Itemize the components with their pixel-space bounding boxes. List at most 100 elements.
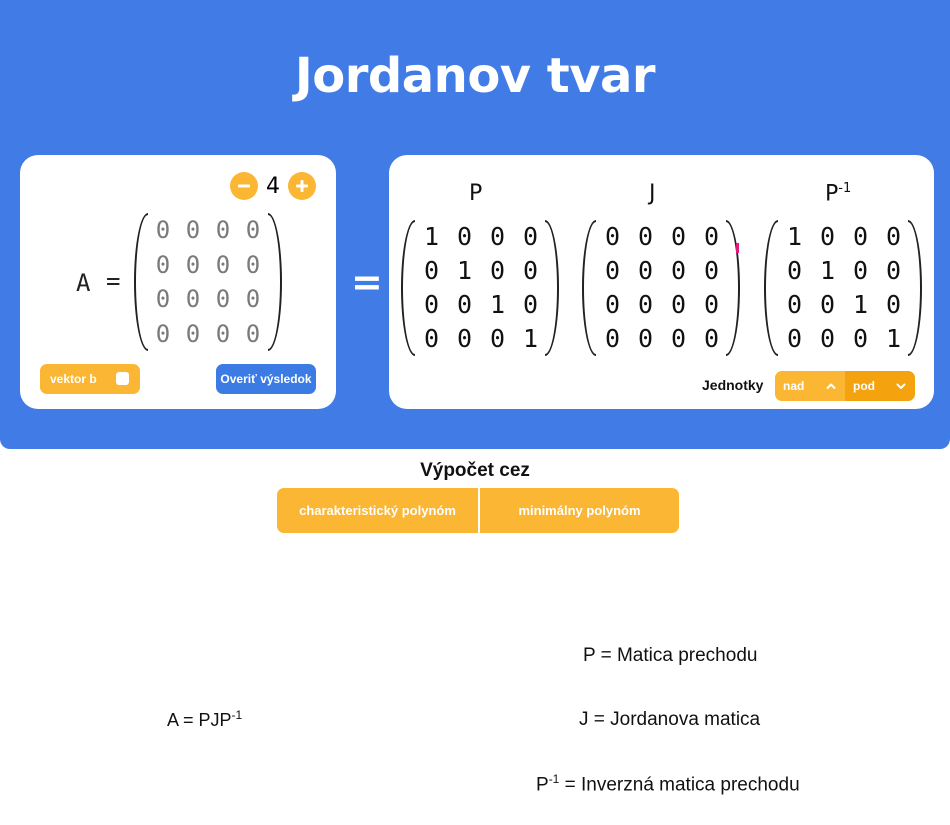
matrix-j-cell: 0 bbox=[637, 290, 654, 319]
matrix-p-cell: 1 bbox=[489, 290, 506, 319]
matrix-p-inverse-cell: 0 bbox=[786, 256, 803, 285]
input-matrix-card: 4 A = 0 0 0 0 0 0 0 0 0 0 0 0 0 0 0 0 ve… bbox=[20, 155, 336, 409]
matrix-a-cell[interactable]: 0 bbox=[178, 317, 208, 352]
characteristic-polynomial-button[interactable]: charakteristický polynóm bbox=[277, 488, 478, 533]
vector-b-toggle[interactable]: vektor b bbox=[40, 364, 140, 394]
units-selector: nad pod bbox=[775, 371, 915, 401]
matrix-j: 0 0 0 0 0 0 0 0 0 0 0 0 0 0 0 0 bbox=[582, 220, 740, 356]
matrix-a-cell[interactable]: 0 bbox=[208, 248, 238, 283]
matrix-p-inverse-cell: 1 bbox=[852, 290, 869, 319]
matrix-p-inverse-label: P-1 bbox=[825, 181, 852, 207]
result-equals-sign: = bbox=[351, 260, 383, 304]
legend-j: J = Jordanova matica bbox=[579, 709, 761, 730]
units-above-button[interactable]: nad bbox=[775, 371, 845, 401]
units-below-label: pod bbox=[853, 379, 875, 393]
matrix-size-control: 4 bbox=[230, 172, 316, 200]
matrix-p-cell: 0 bbox=[489, 222, 506, 251]
matrix-j-cell: 0 bbox=[703, 256, 720, 285]
matrix-j-cell: 0 bbox=[670, 290, 687, 319]
matrix-p-inverse-cell: 1 bbox=[786, 222, 803, 251]
matrix-a-label: A bbox=[76, 269, 91, 297]
matrix-j-cell: 0 bbox=[604, 324, 621, 353]
verify-result-button[interactable]: Overiť výsledok bbox=[216, 364, 316, 394]
decomposition-formula: A = PJP-1 bbox=[167, 708, 243, 730]
matrix-j-cell: 0 bbox=[637, 256, 654, 285]
right-paren bbox=[726, 220, 740, 356]
matrix-a-cell[interactable]: 0 bbox=[208, 317, 238, 352]
matrix-a-cell[interactable]: 0 bbox=[238, 213, 268, 248]
matrix-j-cell: 0 bbox=[637, 222, 654, 251]
matrix-j-cell: 0 bbox=[670, 324, 687, 353]
legend-p-inverse: P-1 = Inverzná matica prechodu bbox=[536, 772, 800, 796]
increase-size-button[interactable] bbox=[288, 172, 316, 200]
vector-b-label: vektor b bbox=[50, 372, 97, 386]
matrix-a-cell[interactable]: 0 bbox=[238, 248, 268, 283]
matrix-p-inverse-cell: 0 bbox=[819, 222, 836, 251]
matrix-a-cell[interactable]: 0 bbox=[178, 282, 208, 317]
matrix-p-inverse-cell: 0 bbox=[852, 256, 869, 285]
matrix-j-cell: 0 bbox=[703, 222, 720, 251]
matrix-p-inverse: 1 0 0 0 0 1 0 0 0 0 1 0 0 0 0 1 bbox=[764, 220, 922, 356]
minus-icon bbox=[238, 184, 250, 188]
matrix-a-cell[interactable]: 0 bbox=[238, 317, 268, 352]
matrix-j-cell: 0 bbox=[604, 290, 621, 319]
minimal-polynomial-button[interactable]: minimálny polynóm bbox=[478, 488, 679, 533]
left-paren bbox=[764, 220, 778, 356]
matrix-p-inverse-cell: 0 bbox=[819, 324, 836, 353]
decrease-size-button[interactable] bbox=[230, 172, 258, 200]
units-below-button[interactable]: pod bbox=[845, 371, 915, 401]
matrix-a-cell[interactable]: 0 bbox=[148, 213, 178, 248]
legend-p: P = Matica prechodu bbox=[583, 645, 758, 666]
chevron-down-icon bbox=[896, 383, 906, 389]
matrix-p-cell: 0 bbox=[522, 290, 539, 319]
units-above-label: nad bbox=[783, 379, 805, 393]
matrix-a-cell[interactable]: 0 bbox=[178, 248, 208, 283]
matrix-p-cell: 0 bbox=[522, 222, 539, 251]
matrix-j-cell: 0 bbox=[703, 290, 720, 319]
left-paren bbox=[401, 220, 415, 356]
computation-method-selector: charakteristický polynóm minimálny polyn… bbox=[277, 488, 679, 533]
matrix-p-cell: 0 bbox=[456, 290, 473, 319]
matrix-p-cell: 0 bbox=[456, 324, 473, 353]
matrix-a-cell[interactable]: 0 bbox=[148, 248, 178, 283]
computation-method-title: Výpočet cez bbox=[420, 460, 530, 481]
matrix-a-cell[interactable]: 0 bbox=[208, 282, 238, 317]
right-paren bbox=[545, 220, 559, 356]
header-banner: Jordanov tvar 4 A = 0 0 0 0 0 0 0 0 0 0 … bbox=[0, 0, 950, 449]
matrix-j-cell: 0 bbox=[637, 324, 654, 353]
matrix-p-inverse-cell: 1 bbox=[885, 324, 902, 353]
matrix-a-cell[interactable]: 0 bbox=[148, 282, 178, 317]
matrix-j-cell: 0 bbox=[604, 256, 621, 285]
matrix-p-inverse-cell: 0 bbox=[885, 290, 902, 319]
matrix-p-inverse-cell: 1 bbox=[819, 256, 836, 285]
matrix-p-label: P bbox=[469, 181, 483, 206]
matrix-a-cell[interactable]: 0 bbox=[148, 317, 178, 352]
matrix-p-cell: 1 bbox=[423, 222, 440, 251]
matrix-a-input: 0 0 0 0 0 0 0 0 0 0 0 0 0 0 0 0 bbox=[134, 213, 282, 351]
matrix-size-value: 4 bbox=[266, 173, 280, 199]
matrix-j-cell: 0 bbox=[604, 222, 621, 251]
matrix-p-inverse-cell: 0 bbox=[852, 222, 869, 251]
matrix-p-inverse-cell: 0 bbox=[786, 290, 803, 319]
matrix-a-cell[interactable]: 0 bbox=[238, 282, 268, 317]
matrix-a-cell[interactable]: 0 bbox=[178, 213, 208, 248]
units-label: Jednotky bbox=[702, 377, 764, 393]
marker-flag bbox=[736, 243, 739, 253]
vector-b-checkbox[interactable] bbox=[116, 372, 129, 385]
matrix-p-cell: 0 bbox=[423, 256, 440, 285]
page-title: Jordanov tvar bbox=[294, 48, 656, 104]
matrix-p-cell: 0 bbox=[489, 324, 506, 353]
equals-sign: = bbox=[106, 267, 121, 295]
chevron-up-icon bbox=[826, 383, 836, 389]
matrix-p-cell: 0 bbox=[489, 256, 506, 285]
matrix-p-cell: 1 bbox=[522, 324, 539, 353]
matrix-j-cell: 0 bbox=[670, 222, 687, 251]
matrix-p-cell: 0 bbox=[423, 324, 440, 353]
matrix-p-inverse-cell: 0 bbox=[852, 324, 869, 353]
right-paren bbox=[268, 213, 282, 351]
matrix-j-cell: 0 bbox=[703, 324, 720, 353]
matrix-p-inverse-cell: 0 bbox=[819, 290, 836, 319]
plus-icon bbox=[296, 180, 308, 192]
matrix-a-cell[interactable]: 0 bbox=[208, 213, 238, 248]
matrix-p: 1 0 0 0 0 1 0 0 0 0 1 0 0 0 0 1 bbox=[401, 220, 559, 356]
